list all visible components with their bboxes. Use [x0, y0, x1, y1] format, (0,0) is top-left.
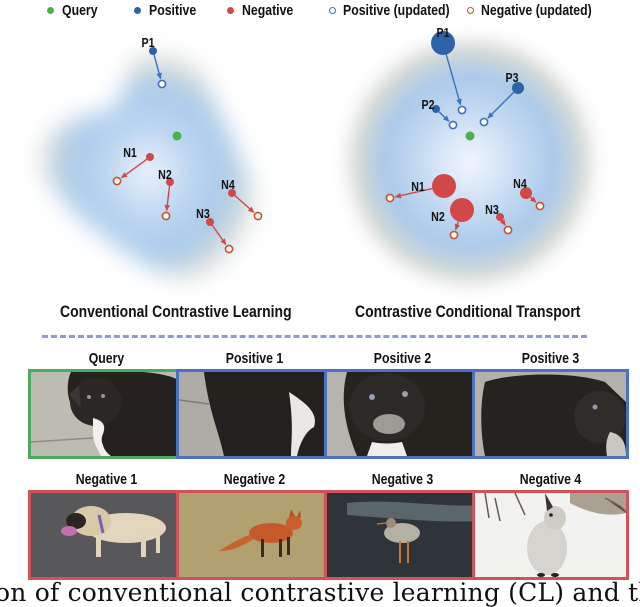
negative-updated-point-n4 — [253, 211, 263, 221]
card-title: Positive 3 — [521, 350, 580, 367]
legend-label: Query — [62, 1, 98, 19]
sample-card-negative-2: Negative 2 — [176, 471, 333, 580]
legend-label: Positive — [149, 1, 197, 19]
negative-3-image — [324, 490, 481, 580]
card-title: Negative 4 — [519, 471, 582, 488]
negative-4-image — [472, 490, 629, 580]
point-label-n2: N2 — [158, 167, 172, 182]
right-density-cloud — [332, 24, 608, 300]
positive-dot-icon — [134, 6, 141, 14]
negative-updated-point-n3 — [503, 225, 513, 235]
positive-updated-point-p2 — [448, 120, 458, 130]
positive-ring-icon — [329, 6, 336, 14]
figure-caption: son of conventional contrastive learning… — [0, 578, 640, 607]
negative-ring-icon — [467, 6, 474, 14]
panel-title-conventional: Conventional Contrastive Learning — [60, 302, 292, 321]
negative-1-image — [28, 490, 185, 580]
negative-point-n1 — [432, 174, 456, 198]
legend-label: Positive (updated) — [343, 1, 450, 19]
legend-item-negative-updated: Negative (updated) — [467, 1, 616, 19]
legend-label: Negative — [242, 1, 294, 19]
card-title: Negative 1 — [75, 471, 138, 488]
negative-dot-icon — [227, 6, 234, 14]
card-title: Negative 3 — [371, 471, 434, 488]
sample-card-positive-2: Positive 2 — [324, 350, 481, 459]
sample-card-positive-3: Positive 3 — [472, 350, 629, 459]
query-dot-icon — [47, 6, 54, 14]
point-label-n2: N2 — [431, 209, 445, 224]
query-image — [28, 369, 185, 459]
query-point — [465, 131, 475, 141]
section-divider — [42, 335, 587, 338]
positive-updated-point-p1 — [157, 79, 167, 89]
negative-updated-point-n2 — [449, 230, 459, 240]
sample-card-positive-1: Positive 1 — [176, 350, 333, 459]
point-label-n1: N1 — [123, 145, 137, 160]
point-label-p2: P2 — [421, 97, 434, 112]
negative-updated-point-n3 — [224, 244, 234, 254]
legend-item-query: Query — [47, 1, 105, 19]
negative-updated-point-n1 — [112, 176, 122, 186]
sample-card-negative-1: Negative 1 — [28, 471, 185, 580]
panel-title-cct: Contrastive Conditional Transport — [355, 302, 581, 321]
point-label-n4: N4 — [221, 177, 235, 192]
negative-2-image — [176, 490, 333, 580]
legend: Query Positive Negative Positive (update… — [0, 0, 640, 22]
negative-point-n1 — [146, 153, 154, 161]
card-title: Query — [88, 350, 125, 367]
card-title: Positive 1 — [225, 350, 284, 367]
point-label-p1: P1 — [141, 35, 154, 50]
card-title: Positive 2 — [373, 350, 432, 367]
negative-updated-point-n1 — [385, 193, 395, 203]
legend-item-negative: Negative — [227, 1, 305, 19]
positive-updated-point-p3 — [479, 117, 489, 127]
point-label-n1: N1 — [411, 179, 425, 194]
positive-2-image — [324, 369, 481, 459]
legend-item-positive: Positive — [134, 1, 207, 19]
sample-card-negative-4: Negative 4 — [472, 471, 629, 580]
card-title: Negative 2 — [223, 471, 286, 488]
positive-updated-point-p1 — [457, 105, 467, 115]
negative-updated-point-n2 — [161, 211, 171, 221]
sample-card-negative-3: Negative 3 — [324, 471, 481, 580]
legend-label: Negative (updated) — [481, 1, 592, 19]
positive-3-image — [472, 369, 629, 459]
point-label-n4: N4 — [513, 176, 527, 191]
point-label-n3: N3 — [485, 202, 499, 217]
legend-item-positive-updated: Positive (updated) — [329, 1, 473, 19]
negative-updated-point-n4 — [535, 201, 545, 211]
sample-card-query: Query — [28, 350, 185, 459]
point-label-n3: N3 — [196, 206, 210, 221]
embedding-diagrams: P1 N1 N2 N3 N4 P1 P2 P3 N1 N2 N3 N4 — [38, 24, 608, 300]
point-label-p3: P3 — [505, 70, 518, 85]
query-point — [172, 131, 182, 141]
negative-point-n2 — [450, 198, 474, 222]
positive-1-image — [176, 369, 333, 459]
point-label-p1: P1 — [436, 25, 449, 40]
